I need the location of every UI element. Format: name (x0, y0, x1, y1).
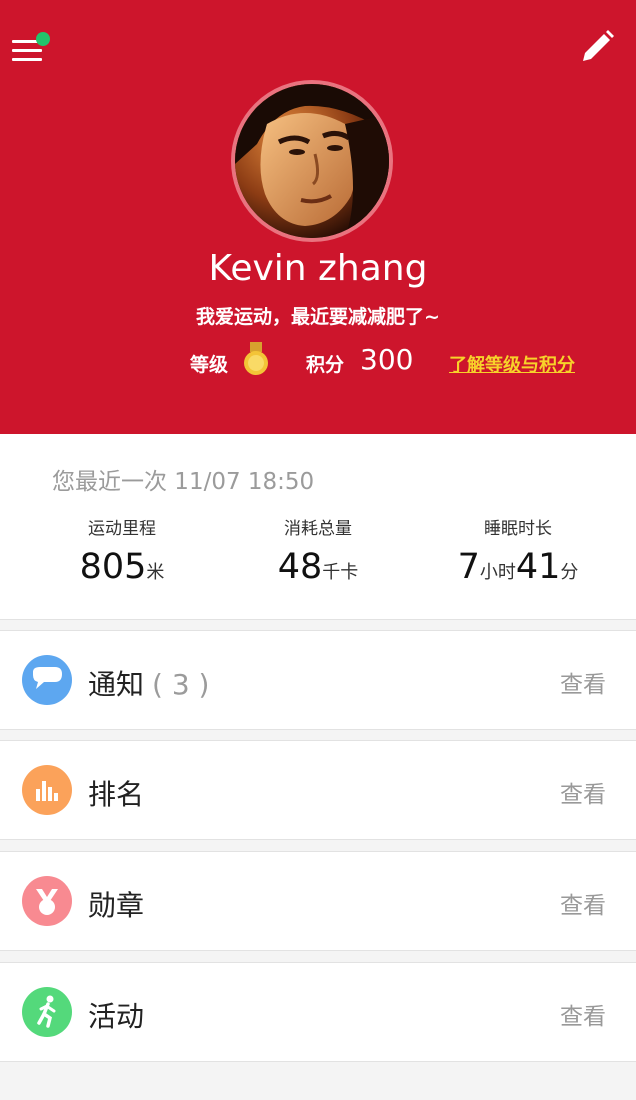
calories-label: 消耗总量 (284, 519, 352, 539)
medal-icon (244, 342, 268, 375)
sleep-stat: 睡眠时长 7小时41分 (418, 514, 618, 587)
notification-count: ( 3 ) (152, 668, 210, 701)
calories-value-group: 48千卡 (218, 547, 418, 587)
recent-activity-time: 您最近一次 11/07 18:50 (52, 469, 315, 495)
sleep-hours: 7 (457, 547, 480, 587)
menu-label: 活动 (88, 1000, 145, 1033)
sleep-hours-unit: 小时 (479, 562, 516, 583)
menu-label: 勋章 (88, 889, 145, 922)
pencil-icon (583, 30, 614, 61)
distance-label: 运动里程 (88, 519, 156, 539)
distance-stat: 运动里程 805米 (22, 514, 222, 587)
points-value: 300 (360, 343, 414, 376)
activity-summary: 您最近一次 11/07 18:50 运动里程 805米 消耗总量 48千卡 睡眠… (0, 434, 636, 620)
calories-value: 48 (277, 547, 323, 587)
menu-row-activities[interactable]: 活动 查看 (0, 962, 636, 1062)
edit-profile-button[interactable] (578, 28, 616, 66)
sleep-label: 睡眠时长 (484, 519, 552, 539)
runner-icon (22, 987, 72, 1037)
level-info-link[interactable]: 了解等级与积分 (449, 351, 575, 377)
hamburger-icon-line (12, 58, 42, 61)
distance-value: 805 (79, 547, 147, 587)
username: Kevin zhang (208, 248, 428, 289)
sleep-minutes-unit: 分 (560, 562, 579, 583)
distance-unit: 米 (146, 562, 165, 583)
level-label: 等级 (190, 354, 229, 376)
notification-dot (36, 32, 50, 46)
sleep-minutes: 41 (515, 547, 561, 587)
calories-stat: 消耗总量 48千卡 (218, 514, 418, 587)
view-link[interactable]: 查看 (560, 665, 606, 699)
menu-row-ranking[interactable]: 排名 查看 (0, 740, 636, 840)
hamburger-icon-line (12, 49, 42, 52)
sleep-value-group: 7小时41分 (418, 547, 618, 587)
menu-label: 通知 (88, 668, 145, 701)
menu-row-notifications[interactable]: 通知( 3 ) 查看 (0, 630, 636, 730)
chat-bubble-icon (22, 655, 72, 705)
menu-title-notifications: 通知( 3 ) (88, 663, 209, 703)
points-label: 积分 (306, 354, 345, 376)
user-signature: 我爱运动，最近要减减肥了~ (196, 306, 440, 328)
avatar-portrait (235, 84, 389, 238)
calories-unit: 千卡 (322, 562, 359, 583)
view-link[interactable]: 查看 (560, 997, 606, 1031)
bar-chart-icon (22, 765, 72, 815)
profile-header: Kevin zhang 我爱运动，最近要减减肥了~ 等级 积分 300 了解等级… (0, 0, 636, 434)
avatar[interactable] (231, 80, 393, 242)
view-link[interactable]: 查看 (560, 886, 606, 920)
medal-icon (22, 876, 72, 926)
menu-row-medals[interactable]: 勋章 查看 (0, 851, 636, 951)
view-link[interactable]: 查看 (560, 775, 606, 809)
menu-label: 排名 (88, 778, 145, 811)
distance-value-group: 805米 (22, 547, 222, 587)
